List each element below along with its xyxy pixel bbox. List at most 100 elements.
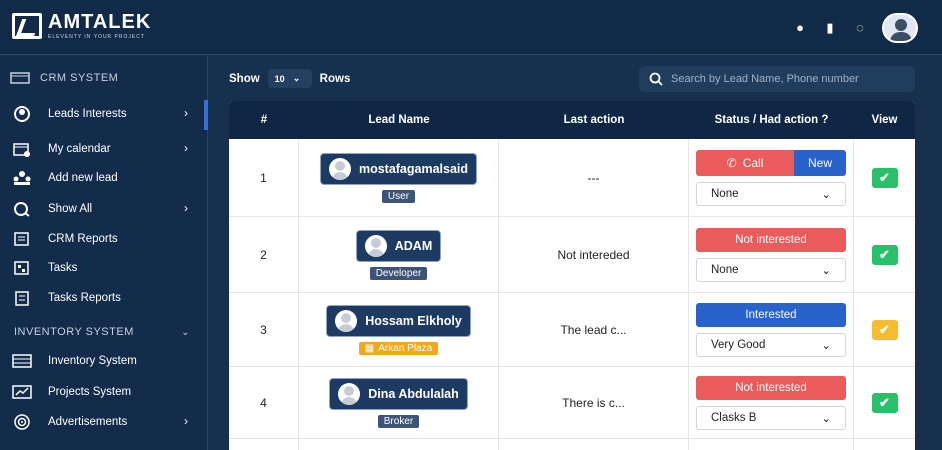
table-row: 3 Hossam Elkholy ▦ Arkan Plaza The lead … <box>229 293 915 367</box>
show-label: Show <box>229 72 260 85</box>
view-check-button[interactable]: ✔ <box>871 167 898 188</box>
sidebar-item-show-all[interactable]: Show All › <box>12 201 198 217</box>
last-action: Not intereded <box>499 217 689 292</box>
inventory-section-label: INVENTORY SYSTEM <box>14 326 134 338</box>
table-row: 4 Dina Abdulalah Broker There is c... No… <box>229 367 915 439</box>
col-number[interactable]: # <box>229 114 299 126</box>
call-button[interactable]: ✆ Call <box>696 149 794 176</box>
status-button[interactable]: Not interested <box>696 375 846 400</box>
inventory-section-header[interactable]: INVENTORY SYSTEM ⌄ <box>14 326 194 338</box>
main-content: Show 10 ⌄ Rows # Lead Name Last action S… <box>209 56 942 450</box>
project-badge-label: Arkan Plaza <box>378 342 433 354</box>
action-select-value: Very Good <box>711 338 766 351</box>
divider-icon: ▮ <box>826 20 834 35</box>
crm-icon <box>10 70 30 86</box>
sidebar-item-tasks-reports[interactable]: Tasks Reports <box>12 290 198 306</box>
table-row-partial <box>229 439 915 450</box>
sidebar-item-label: Tasks <box>48 262 78 274</box>
sidebar-item-advertisements[interactable]: Advertisements › <box>12 414 198 430</box>
list-icon <box>12 353 32 369</box>
sidebar: CRM SYSTEM Leads Interests › My calendar… <box>0 56 208 450</box>
action-select-value: None <box>711 263 739 276</box>
building-icon: ▦ <box>364 342 375 354</box>
view-check-button[interactable]: ✔ <box>871 319 898 340</box>
search-bar <box>639 66 915 92</box>
status-cell: Interested Very Good ⌄ <box>689 293 854 366</box>
logo-icon <box>12 13 42 39</box>
status-button[interactable]: Not interested <box>696 227 846 252</box>
lead-name-button[interactable]: ADAM <box>355 229 442 262</box>
col-lead-name[interactable]: Lead Name <box>299 114 499 126</box>
chevron-down-icon: ⌄ <box>181 326 190 338</box>
bell-icon[interactable]: ◌ <box>852 20 868 36</box>
sidebar-item-inventory-system[interactable]: Inventory System <box>12 353 198 369</box>
lead-name-button[interactable]: Hossam Elkholy <box>326 304 471 337</box>
target-icon <box>12 414 32 430</box>
view-check-button[interactable]: ✔ <box>871 244 898 265</box>
lead-cell <box>299 439 499 450</box>
sidebar-item-label: CRM Reports <box>48 233 118 245</box>
status-cell: Not interested None ⌄ <box>689 217 854 292</box>
row-number: 1 <box>229 139 299 216</box>
view-cell <box>854 439 915 450</box>
clipboard-icon <box>12 290 32 306</box>
lead-name: ADAM <box>394 238 433 253</box>
sidebar-item-crm-reports[interactable]: CRM Reports <box>12 231 198 247</box>
view-check-button[interactable]: ✔ <box>871 392 898 413</box>
rows-label: Rows <box>319 72 351 85</box>
rows-control: Show 10 ⌄ Rows <box>229 69 350 88</box>
role-badge: Developer <box>369 266 428 280</box>
last-action: There is c... <box>499 367 689 438</box>
col-last-action[interactable]: Last action <box>499 114 689 126</box>
sidebar-item-label: Add new lead <box>48 172 118 184</box>
action-select[interactable]: Very Good ⌄ <box>696 332 846 357</box>
last-action <box>499 439 689 450</box>
sidebar-item-my-calendar[interactable]: My calendar › <box>12 141 198 157</box>
status-button-group: ✆ Call New <box>696 149 846 176</box>
report-icon <box>12 231 32 247</box>
user-avatar[interactable] <box>882 13 918 43</box>
action-select[interactable]: None ⌄ <box>696 257 846 282</box>
lead-name-button[interactable]: mostafagamalsaid <box>319 152 478 185</box>
sidebar-item-add-new-lead[interactable]: Add new lead <box>12 170 198 186</box>
action-select[interactable]: Clasks B ⌄ <box>696 405 846 430</box>
sidebar-item-label: Tasks Reports <box>48 292 121 304</box>
lead-cell: ADAM Developer <box>299 217 499 292</box>
role-badge: User <box>381 189 416 203</box>
view-cell: ✔ <box>854 293 915 366</box>
top-bar: AMTALEK ELEVENTY IN YOUR PROJECT ● ▮ ◌ <box>0 0 942 55</box>
lead-name-button[interactable]: Dina Abdulalah <box>329 377 468 410</box>
chevron-right-icon: › <box>184 141 188 155</box>
row-number: 3 <box>229 293 299 366</box>
chevron-down-icon: ⌄ <box>821 412 831 425</box>
sidebar-item-tasks[interactable]: Tasks <box>12 260 198 276</box>
search-input[interactable] <box>671 73 901 85</box>
sidebar-item-label: Projects System <box>48 386 132 398</box>
lead-name: Hossam Elkholy <box>365 313 462 328</box>
lead-cell: mostafagamalsaid User <box>299 139 499 216</box>
rows-select[interactable]: 10 ⌄ <box>267 69 312 88</box>
row-number <box>229 439 299 450</box>
col-status[interactable]: Status / Had action ? <box>689 114 854 126</box>
view-cell: ✔ <box>854 367 915 438</box>
status-button[interactable]: Interested <box>696 302 846 327</box>
search-icon <box>649 72 663 86</box>
brand-name: AMTALEK <box>48 11 152 33</box>
row-number: 2 <box>229 217 299 292</box>
chat-icon[interactable]: ● <box>792 20 808 36</box>
sidebar-item-label: Show All <box>48 203 93 215</box>
sidebar-item-leads-interests[interactable]: Leads Interests › <box>12 106 198 122</box>
lead-name: mostafagamalsaid <box>358 161 469 176</box>
brand-logo[interactable]: AMTALEK ELEVENTY IN YOUR PROJECT <box>12 12 151 40</box>
row-number: 4 <box>229 367 299 438</box>
sidebar-item-projects-system[interactable]: Projects System <box>12 384 198 400</box>
sidebar-item-label: My calendar <box>48 143 111 155</box>
col-view[interactable]: View <box>854 114 915 126</box>
table-header: # Lead Name Last action Status / Had act… <box>229 101 915 139</box>
new-button[interactable]: New <box>794 149 846 176</box>
crm-section-header: CRM SYSTEM <box>10 70 118 86</box>
table-row: 2 ADAM Developer Not intereded Not inter… <box>229 217 915 293</box>
action-select[interactable]: None ⌄ <box>696 181 846 206</box>
project-badge: ▦ Arkan Plaza <box>358 341 439 355</box>
chevron-down-icon: ⌄ <box>821 188 831 201</box>
